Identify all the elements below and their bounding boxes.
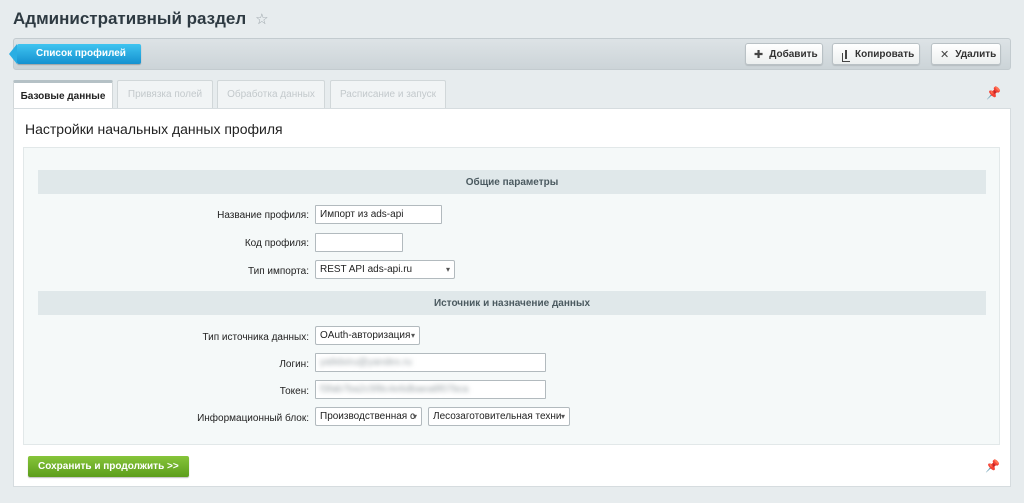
add-button-label: Добавить	[769, 48, 818, 60]
login-value: ya9dxiru@yandex.ru	[320, 357, 412, 368]
pin-icon[interactable]: 📌	[986, 86, 1001, 100]
save-continue-button[interactable]: Сохранить и продолжить >>	[28, 456, 189, 477]
close-icon: ✕	[940, 48, 950, 61]
profile-name-label: Название профиля:	[217, 210, 309, 221]
star-icon[interactable]: ☆	[255, 12, 268, 27]
tab-field-mapping[interactable]: Привязка полей	[117, 80, 213, 108]
toolbar: Список профилей ✚ Добавить Копировать ✕ …	[9, 38, 1011, 70]
form-footer: Сохранить и продолжить >> 📌	[14, 445, 1012, 488]
profiles-list-button[interactable]: Список профилей	[9, 44, 141, 64]
settings-form: Общие параметры Название профиля: Импорт…	[23, 147, 1000, 445]
tab-bar: Базовые данные Привязка полей Обработка …	[13, 80, 1011, 109]
chevron-down-icon: ▾	[560, 412, 565, 421]
general-params-header: Общие параметры	[38, 170, 986, 194]
delete-button-label: Удалить	[955, 48, 997, 60]
plus-icon: ✚	[754, 48, 764, 61]
import-type-select[interactable]: REST API ads-api.ru ▾	[315, 260, 455, 279]
chevron-down-icon: ▾	[412, 412, 417, 421]
login-input[interactable]: ya9dxiru@yandex.ru	[315, 353, 546, 372]
copy-button[interactable]: Копировать	[832, 43, 920, 65]
copy-button-label: Копировать	[855, 48, 915, 60]
settings-panel: Настройки начальных данных профиля Общие…	[13, 108, 1011, 487]
source-type-value: OAuth-авторизация	[320, 330, 411, 341]
tab-data-processing[interactable]: Обработка данных	[217, 80, 325, 108]
page-header: Административный раздел ☆	[13, 8, 269, 30]
import-type-label: Тип импорта:	[247, 266, 309, 277]
profile-code-input[interactable]	[315, 233, 403, 252]
login-label: Логин:	[279, 359, 309, 370]
iblock-value: Лесозаготовительная техни	[433, 411, 562, 422]
token-value: f3fab7ba2c5f8c4e6dbaea8f07bca	[320, 384, 469, 395]
token-label: Токен:	[279, 386, 309, 397]
tab-schedule-run[interactable]: Расписание и запуск	[330, 80, 446, 108]
iblock-type-select[interactable]: Производственная с ▾	[315, 407, 422, 426]
chevron-down-icon: ▾	[410, 331, 415, 340]
tab-basic-data[interactable]: Базовые данные	[13, 80, 113, 109]
import-type-value: REST API ads-api.ru	[320, 264, 413, 275]
pin-icon[interactable]: 📌	[985, 459, 1000, 473]
source-type-select[interactable]: OAuth-авторизация ▾	[315, 326, 420, 345]
iblock-select[interactable]: Лесозаготовительная техни ▾	[428, 407, 570, 426]
chevron-down-icon: ▾	[445, 265, 450, 274]
page-title: Административный раздел	[13, 9, 247, 28]
iblock-label: Информационный блок:	[197, 413, 309, 424]
profile-name-input[interactable]: Импорт из ads-api	[315, 205, 442, 224]
iblock-type-value: Производственная с	[320, 411, 415, 422]
source-destination-header: Источник и назначение данных	[38, 291, 986, 315]
source-type-label: Тип источника данных:	[202, 332, 309, 343]
delete-button[interactable]: ✕ Удалить	[931, 43, 1001, 65]
profile-code-label: Код профиля:	[244, 238, 309, 249]
section-title: Настройки начальных данных профиля	[25, 121, 283, 137]
add-button[interactable]: ✚ Добавить	[745, 43, 823, 65]
copy-icon	[842, 49, 850, 62]
token-input[interactable]: f3fab7ba2c5f8c4e6dbaea8f07bca	[315, 380, 546, 399]
